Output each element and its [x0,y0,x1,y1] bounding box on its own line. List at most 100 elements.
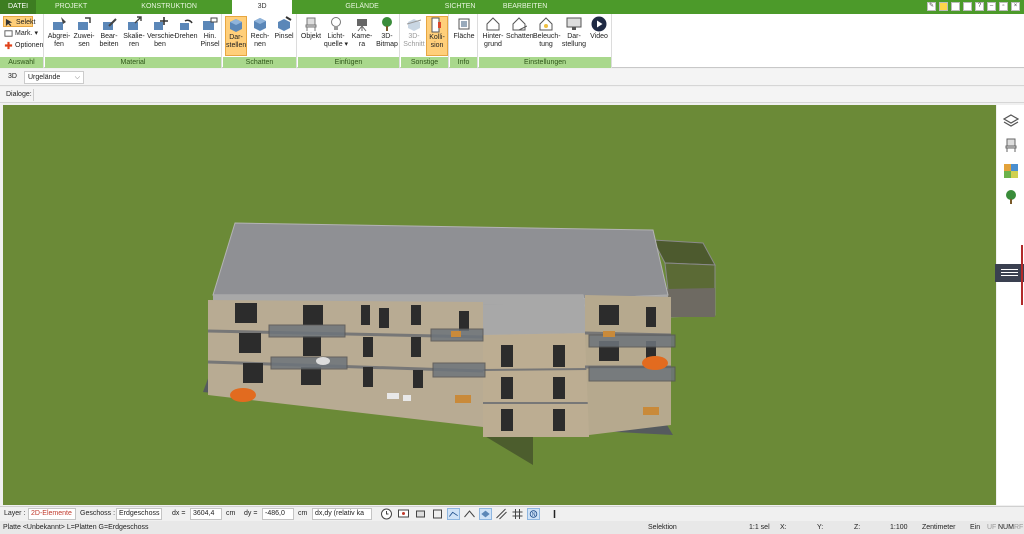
brush-icon[interactable]: ✎ [927,2,936,11]
tab-bearbeiten[interactable]: BEARBEITEN [488,0,562,14]
material-hin-pinsel-button[interactable]: Hin. Pinsel [199,16,221,56]
layer-label: Layer : [4,510,26,517]
einstellungen-schatten-button[interactable]: Schatten [506,16,534,56]
btn-label: Hin. Pinsel [200,33,220,48]
einfuegen-lichtquelle-button[interactable]: Licht- quelle ▾ [323,16,349,56]
brush-material-icon [203,17,218,30]
schatten-pinsel-button[interactable]: Pinsel [273,16,295,56]
einfuegen-kamera-button[interactable]: Kame- ra [350,16,374,56]
print-icon[interactable] [951,2,960,11]
close-icon[interactable]: × [1011,2,1020,11]
chair-catalog-icon[interactable] [1003,137,1019,153]
schatten-darstellen-button[interactable]: Dar- stellen [225,16,247,56]
status-hint: Platte <Unbekannt> L=Platten G=Erdgescho… [3,524,149,531]
group-label-einfuegen: Einfügen [298,57,399,68]
einstellungen-beleuchtung-button[interactable]: Beleuch- tung [533,16,561,56]
panel-toggle-handle[interactable] [995,264,1024,282]
tab-projekt[interactable]: PROJEKT [36,0,106,14]
dx-input[interactable]: 3604,4 [190,508,222,520]
angle-snap-icon[interactable] [463,508,476,520]
material-abgreifen-button[interactable]: Abgrei- fen [47,16,71,56]
help-icon[interactable]: ? [975,2,984,11]
btn-label: Bear- beiten [99,33,119,48]
status-flag-uf: UF [987,524,997,531]
scale-material-icon [128,16,142,30]
plane-icon[interactable] [479,508,492,520]
group-label-schatten: Schatten [223,57,296,68]
material-skalieren-button[interactable]: Skalie- ren [122,16,146,56]
dx-input-value: 3604,4 [193,510,215,517]
info-flaeche-button[interactable]: Fläche [452,16,476,56]
grid-icon[interactable] [511,508,524,520]
status-z: Z: [854,524,861,531]
sonstige-kollision-button[interactable]: Kolli- sion [426,16,448,56]
terrain-select-value: Urgelände [28,74,61,81]
status-ein: Ein [970,524,981,531]
snap-icon[interactable] [414,508,427,520]
hatch-icon[interactable] [495,508,508,520]
folder-icon[interactable] [939,2,948,11]
plant-catalog-icon[interactable] [1003,189,1019,205]
material-catalog-icon[interactable] [1003,163,1019,179]
btn-label: Drehen [174,33,198,40]
einfuegen-objekt-button[interactable]: Objekt [300,16,322,56]
terrain-select[interactable]: Urgelände ⌵ [24,71,84,84]
einstellungen-hintergrund-button[interactable]: Hinter- grund [481,16,505,56]
geschoss-select[interactable]: Erdgeschoss [116,508,162,520]
bottom-toolbar: Layer : 2D-Elemente Geschoss : Erdgescho… [0,506,1024,521]
material-verschieben-button[interactable]: Verschie- ben [147,16,176,56]
ribbon-tab-bar: DATEI PROJEKT KONSTRUKTION 3D GELÄNDE SI… [0,0,1024,14]
material-drehen-button[interactable]: Drehen [174,16,198,56]
tab-gelaende[interactable]: GELÄNDE [292,0,432,14]
cursor-line-icon[interactable] [548,508,561,520]
geschoss-label: Geschoss : [80,510,116,517]
line-snap-icon[interactable] [447,508,460,520]
maximize-icon[interactable]: ▫ [999,2,1008,11]
camera-icon [357,19,367,32]
btn-label: Schatten [506,33,534,40]
material-zuweisen-button[interactable]: Zuwei- sen [72,16,96,56]
material-bearbeiten-button[interactable]: Bear- beiten [97,16,121,56]
dy-input[interactable]: -486,0 [262,508,294,520]
assign-material-icon [78,17,91,30]
layers-icon[interactable] [1003,113,1019,129]
minimize-icon[interactable]: – [987,2,996,11]
schatten-rechnen-button[interactable]: Rech- nen [249,16,271,56]
group-label-info: Info [450,57,477,68]
geschoss-select-value: Erdgeschoss [119,510,160,517]
status-bar: Platte <Unbekannt> L=Platten G=Erdgescho… [0,521,1024,534]
plus-icon [4,41,13,50]
3d-viewport[interactable] [3,105,996,505]
mark-button[interactable]: Mark. ▾ [3,28,38,39]
ortho-icon[interactable]: N [527,508,540,520]
rotate-material-icon [180,19,193,30]
compute-shadow-icon [254,18,266,31]
clock-icon[interactable] [380,508,393,520]
selekt-button[interactable]: Selekt [3,16,35,27]
side-panel [997,105,1024,505]
tab-konstruktion[interactable]: KONSTRUKTION [106,0,232,14]
einstellungen-darstellung-button[interactable]: Dar- stellung [561,16,587,56]
layer-select[interactable]: 2D-Elemente [28,508,76,520]
move-material-icon [154,17,168,30]
screen-icon[interactable] [397,508,410,520]
status-x: X: [780,524,787,531]
tab-sichten[interactable]: SICHTEN [432,0,488,14]
group-einstellungen: Hinter- grund Schatten Beleuch- tung Dar… [479,14,612,68]
einfuegen-3d-bitmap-button[interactable]: 3D- Bitmap [375,16,399,56]
mark-label: Mark. [15,30,33,37]
layer-select-value: 2D-Elemente [31,510,72,517]
grid-snap-icon[interactable] [431,508,444,520]
window-controls: ✎ ? – ▫ × [927,2,1020,11]
collision-icon [431,17,441,33]
btn-label: Beleuch- tung [533,33,561,48]
group-label-material: Material [45,57,221,68]
sonstige-3d-schnitt-button[interactable]: 3D- Schnitt [403,16,425,56]
tab-datei[interactable]: DATEI [0,0,37,14]
save-icon[interactable] [963,2,972,11]
tab-3d[interactable]: 3D [232,0,293,14]
group-schatten: Dar- stellen Rech- nen Pinsel Schatten [223,14,297,68]
optionen-button[interactable]: Optionen [3,40,43,51]
coordinate-mode-select[interactable]: dx,dy (relativ ka [312,508,372,520]
einstellungen-video-button[interactable]: Video [588,16,610,56]
